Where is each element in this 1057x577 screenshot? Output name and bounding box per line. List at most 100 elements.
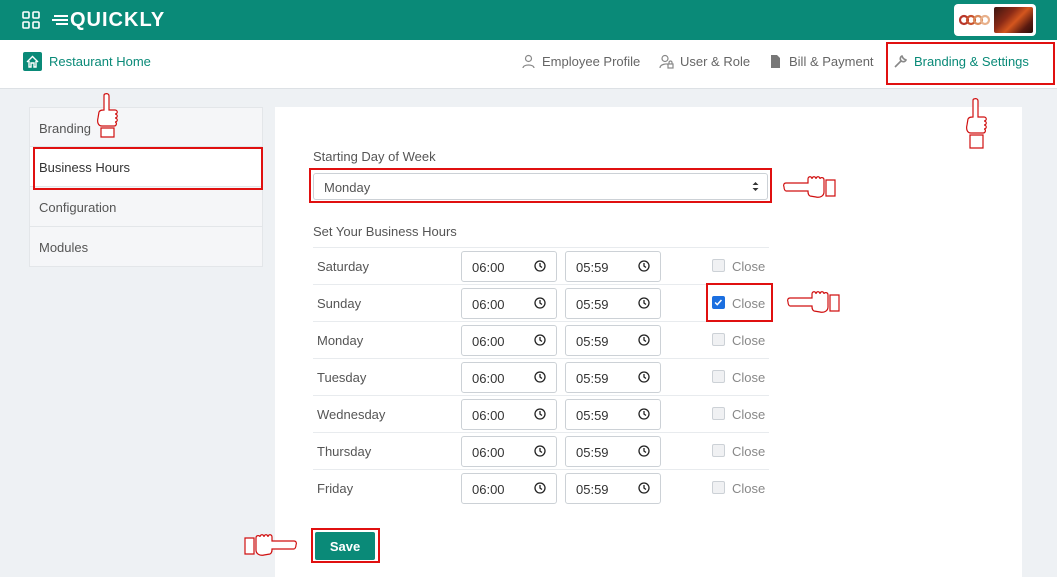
brand-rings-logo — [959, 14, 991, 26]
close-label: Close — [732, 333, 766, 348]
user-lock-icon — [659, 54, 674, 69]
clock-icon — [534, 334, 546, 346]
open-time-value: 06:00 — [472, 260, 505, 275]
restaurant-photo — [994, 7, 1033, 33]
open-time-value: 06:00 — [472, 334, 505, 349]
home-label: Restaurant Home — [49, 54, 151, 69]
table-row: Friday 06:00 05:59 Close — [313, 469, 769, 506]
speed-lines-icon — [52, 15, 68, 25]
app-logo[interactable]: QUICKLY — [52, 8, 165, 32]
close-time-input[interactable]: 05:59 — [565, 288, 661, 319]
open-time-value: 06:00 — [472, 482, 505, 497]
clock-icon — [638, 482, 650, 494]
clock-icon — [638, 260, 650, 272]
open-time-input[interactable]: 06:00 — [461, 436, 557, 467]
clock-icon — [534, 260, 546, 272]
day-label: Saturday — [317, 259, 370, 274]
apps-grid-icon[interactable] — [22, 11, 40, 29]
sidebar-item-configuration[interactable]: Configuration — [29, 187, 263, 227]
table-row: Thursday 06:00 05:59 Close — [313, 432, 769, 469]
close-time-value: 05:59 — [576, 445, 609, 460]
close-label: Close — [732, 444, 766, 459]
close-checkbox[interactable] — [712, 481, 725, 494]
close-time-input[interactable]: 05:59 — [565, 399, 661, 430]
clock-icon — [534, 371, 546, 383]
top-bar: QUICKLY — [0, 0, 1057, 40]
clock-icon — [534, 297, 546, 309]
close-time-input[interactable]: 05:59 — [565, 325, 661, 356]
pointing-hand-up-icon — [966, 98, 987, 149]
clock-icon — [638, 408, 650, 420]
close-time-value: 05:59 — [576, 408, 609, 423]
business-hours-label: Set Your Business Hours — [313, 224, 457, 239]
nav-bill-payment[interactable]: Bill & Payment — [768, 54, 874, 69]
close-time-input[interactable]: 05:59 — [565, 362, 661, 393]
highlight-start-day — [309, 168, 772, 203]
open-time-input[interactable]: 06:00 — [461, 288, 557, 319]
close-checkbox[interactable] — [712, 370, 725, 383]
sidebar-item-modules[interactable]: Modules — [29, 227, 263, 267]
table-row: Wednesday 06:00 05:59 Close — [313, 395, 769, 432]
close-time-value: 05:59 — [576, 334, 609, 349]
close-checkbox[interactable] — [712, 333, 725, 346]
close-label: Close — [732, 259, 766, 274]
close-checkbox[interactable] — [712, 407, 725, 420]
open-time-input[interactable]: 06:00 — [461, 473, 557, 504]
close-time-input[interactable]: 05:59 — [565, 251, 661, 282]
open-time-value: 06:00 — [472, 297, 505, 312]
table-row: Tuesday 06:00 05:59 Close — [313, 358, 769, 395]
clock-icon — [534, 445, 546, 457]
restaurant-brand-badge[interactable] — [954, 4, 1036, 36]
highlight-sunday-close — [706, 283, 773, 322]
day-label: Friday — [317, 481, 354, 496]
day-label: Tuesday — [317, 370, 367, 385]
start-day-label: Starting Day of Week — [313, 149, 436, 164]
pointing-hand-up-icon — [97, 93, 118, 138]
close-time-input[interactable]: 05:59 — [565, 473, 661, 504]
nav-label: Bill & Payment — [789, 54, 874, 69]
close-label: Close — [732, 370, 766, 385]
table-row: Saturday 06:00 05:59 Close — [313, 247, 769, 284]
clock-icon — [638, 445, 650, 457]
close-time-value: 05:59 — [576, 371, 609, 386]
close-checkbox[interactable] — [712, 259, 725, 272]
nav-employee-profile[interactable]: Employee Profile — [521, 54, 640, 69]
day-label: Sunday — [317, 296, 362, 311]
close-time-value: 05:59 — [576, 260, 609, 275]
open-time-input[interactable]: 06:00 — [461, 325, 557, 356]
table-row: Monday 06:00 05:59 Close — [313, 321, 769, 358]
day-label: Thursday — [317, 444, 372, 459]
day-label: Monday — [317, 333, 364, 348]
pointing-hand-left-icon — [783, 176, 836, 198]
highlight-save — [311, 528, 380, 563]
close-label: Close — [732, 481, 766, 496]
clock-icon — [534, 408, 546, 420]
person-icon — [522, 54, 535, 69]
close-checkbox[interactable] — [712, 444, 725, 457]
restaurant-home-link[interactable]: Restaurant Home — [23, 52, 151, 71]
logo-text: QUICKLY — [70, 8, 166, 31]
clock-icon — [534, 482, 546, 494]
open-time-input[interactable]: 06:00 — [461, 362, 557, 393]
open-time-value: 06:00 — [472, 371, 505, 386]
close-label: Close — [732, 407, 766, 422]
open-time-input[interactable]: 06:00 — [461, 399, 557, 430]
highlight-business-hours — [33, 147, 263, 190]
nav-label: User & Role — [680, 54, 751, 69]
open-time-input[interactable]: 06:00 — [461, 251, 557, 282]
document-icon — [771, 55, 780, 68]
open-time-value: 06:00 — [472, 408, 505, 423]
open-time-value: 06:00 — [472, 445, 505, 460]
nav-label: Employee Profile — [542, 54, 641, 69]
highlight-branding-settings — [886, 42, 1055, 85]
table-row: Sunday 06:00 05:59 Close — [313, 284, 769, 321]
close-time-input[interactable]: 05:59 — [565, 436, 661, 467]
nav-user-role[interactable]: User & Role — [659, 54, 750, 69]
pointing-hand-right-icon — [244, 534, 297, 556]
close-time-value: 05:59 — [576, 482, 609, 497]
pointing-hand-left-icon — [787, 291, 840, 313]
home-icon — [23, 52, 42, 71]
sidebar-item-branding[interactable]: Branding — [29, 107, 263, 147]
clock-icon — [638, 371, 650, 383]
close-time-value: 05:59 — [576, 297, 609, 312]
